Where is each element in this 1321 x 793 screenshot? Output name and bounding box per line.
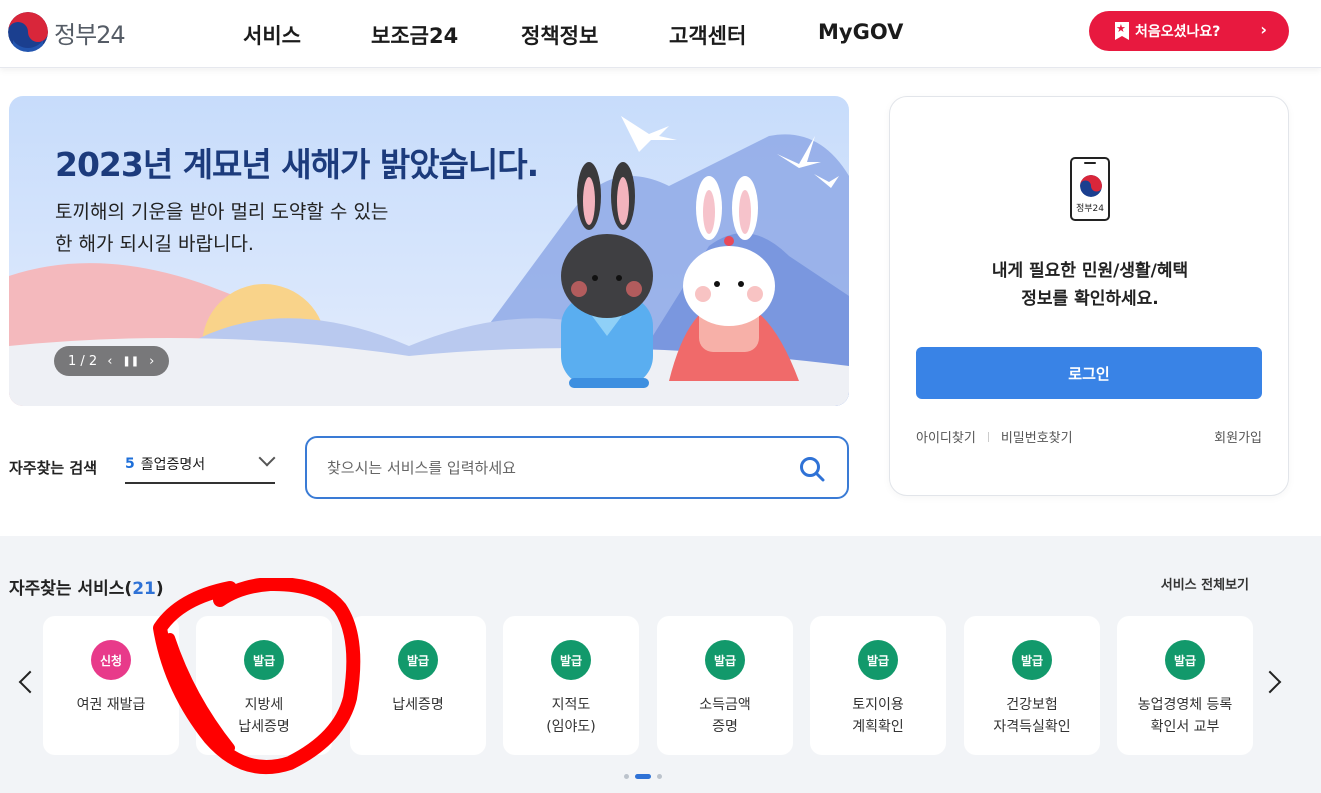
service-label-line2: (임야도) xyxy=(546,719,596,735)
service-label: 소득금액 증명 xyxy=(657,694,793,738)
service-card-tax-payment-certificate[interactable]: 발급 납세증명 xyxy=(350,616,486,755)
logo-text: 정부24 xyxy=(54,20,126,49)
issue-badge: 발급 xyxy=(551,640,591,680)
service-card-passport-reissue[interactable]: 신청 여권 재발급 xyxy=(43,616,179,755)
service-label-line1: 토지이용 xyxy=(852,697,904,713)
login-button[interactable]: 로그인 xyxy=(916,347,1262,399)
service-label: 토지이용 계획확인 xyxy=(810,694,946,738)
taegeuk-logo-icon xyxy=(8,12,48,52)
login-message: 내게 필요한 민원/생활/혜택 정보를 확인하세요. xyxy=(890,257,1290,313)
view-all-services-link[interactable]: 서비스 전체보기 xyxy=(1161,574,1249,593)
account-links: 아이디찾기 비밀번호찾기 xyxy=(916,427,1073,446)
banner-controls: 1 / 2 ‹ ❚❚ › xyxy=(54,346,169,376)
search-box xyxy=(305,436,849,499)
service-label-line1: 지적도 xyxy=(551,697,591,713)
issue-badge: 발급 xyxy=(244,640,284,680)
banner-title: 2023년 계묘년 새해가 밝았습니다. xyxy=(55,145,539,184)
first-visit-button[interactable]: 처음오셨나요? › xyxy=(1089,11,1289,51)
service-card-land-use-plan[interactable]: 발급 토지이용 계획확인 xyxy=(810,616,946,755)
frequent-search-term: 졸업증명서 xyxy=(140,457,206,473)
site-logo[interactable]: 정부24 xyxy=(8,12,126,52)
service-label-line1: 납세증명 xyxy=(392,697,444,713)
chevron-down-icon xyxy=(258,449,276,467)
issue-badge: 발급 xyxy=(705,640,745,680)
service-label: 여권 재발급 xyxy=(43,694,179,716)
nav-services[interactable]: 서비스 xyxy=(243,20,301,50)
link-divider xyxy=(987,431,989,442)
login-message-line2: 정보를 확인하세요. xyxy=(1021,289,1159,309)
search-icon[interactable] xyxy=(799,456,825,482)
service-card-income-certificate[interactable]: 발급 소득금액 증명 xyxy=(657,616,793,755)
frequent-search-label: 자주찾는 검색 xyxy=(9,459,98,477)
banner-pager: 1 / 2 xyxy=(68,353,98,369)
apply-badge: 신청 xyxy=(91,640,131,680)
frequent-search-rank: 5 xyxy=(125,456,135,472)
login-message-line1: 내게 필요한 민원/생활/혜택 xyxy=(991,261,1189,281)
pagination-dot-active[interactable] xyxy=(635,774,651,779)
service-label-line2: 계획확인 xyxy=(852,719,904,735)
prev-slide-icon[interactable]: ‹ xyxy=(107,354,112,369)
service-label-line2: 확인서 교부 xyxy=(1150,719,1220,735)
pagination-dot[interactable] xyxy=(624,774,629,779)
next-slide-icon[interactable]: › xyxy=(149,354,154,369)
service-card-local-tax-certificate[interactable]: 발급 지방세 납세증명 xyxy=(196,616,332,755)
taegeuk-mini-icon xyxy=(1080,175,1102,197)
frequent-search-dropdown[interactable]: 5 졸업증명서 xyxy=(125,446,276,484)
search-input[interactable] xyxy=(327,454,787,482)
service-label: 농업경영체 등록 확인서 교부 xyxy=(1117,694,1253,738)
service-label: 지방세 납세증명 xyxy=(196,694,332,738)
service-label-line2: 자격득실확인 xyxy=(993,719,1071,735)
services-count: 21 xyxy=(132,579,156,599)
bookmark-star-icon xyxy=(1115,22,1129,40)
site-header: 정부24 서비스 보조금24 정책정보 고객센터 MyGOV 처음오셨나요? › xyxy=(0,0,1321,68)
service-label-line1: 여권 재발급 xyxy=(76,697,146,713)
service-card-farm-registration[interactable]: 발급 농업경영체 등록 확인서 교부 xyxy=(1117,616,1253,755)
banner-subtitle-line1: 토끼해의 기운을 받아 멀리 도약할 수 있는 xyxy=(55,201,389,223)
nav-policy-info[interactable]: 정책정보 xyxy=(521,20,598,50)
service-label: 건강보험 자격득실확인 xyxy=(964,694,1100,738)
chevron-right-icon: › xyxy=(1260,20,1267,39)
carousel-pagination xyxy=(624,774,662,779)
service-label-line2: 납세증명 xyxy=(238,719,290,735)
service-label-line1: 소득금액 xyxy=(699,697,751,713)
phone-logo-text: 정부24 xyxy=(1075,204,1104,214)
services-count-close: ) xyxy=(155,579,164,599)
pause-icon[interactable]: ❚❚ xyxy=(122,356,139,367)
login-card: 정부24 내게 필요한 민원/생활/혜택 정보를 확인하세요. 로그인 아이디찾… xyxy=(889,96,1289,496)
service-card-health-insurance[interactable]: 발급 건강보험 자격득실확인 xyxy=(964,616,1100,755)
issue-badge: 발급 xyxy=(858,640,898,680)
service-label: 지적도 (임야도) xyxy=(503,694,639,738)
issue-badge: 발급 xyxy=(1012,640,1052,680)
nav-mygov[interactable]: MyGOV xyxy=(818,20,903,44)
nav-customer-center[interactable]: 고객센터 xyxy=(669,20,746,50)
nav-subsidy24[interactable]: 보조금24 xyxy=(371,20,458,50)
pagination-dot[interactable] xyxy=(657,774,662,779)
carousel-prev-icon[interactable] xyxy=(18,670,42,694)
services-title: 자주찾는 서비스(21) xyxy=(9,574,164,599)
hero-banner[interactable]: 2023년 계묘년 새해가 밝았습니다. 토끼해의 기운을 받아 멀리 도약할 … xyxy=(9,96,849,406)
carousel-next-icon[interactable] xyxy=(1258,670,1282,694)
service-label-line2: 증명 xyxy=(712,719,738,735)
service-label: 납세증명 xyxy=(350,694,486,716)
issue-badge: 발급 xyxy=(1165,640,1205,680)
issue-badge: 발급 xyxy=(398,640,438,680)
service-label-line1: 지방세 xyxy=(244,697,284,713)
service-label-line1: 농업경영체 등록 xyxy=(1137,697,1233,713)
service-card-cadastral-map[interactable]: 발급 지적도 (임야도) xyxy=(503,616,639,755)
frequent-services-section: 자주찾는 서비스(21) 서비스 전체보기 신청 여권 재발급 발급 지방세 납… xyxy=(0,536,1321,793)
services-title-text: 자주찾는 서비스 xyxy=(9,579,125,599)
find-id-link[interactable]: 아이디찾기 xyxy=(916,427,976,446)
signup-link[interactable]: 회원가입 xyxy=(1214,427,1262,446)
first-visit-label: 처음오셨나요? xyxy=(1135,24,1221,40)
banner-subtitle: 토끼해의 기운을 받아 멀리 도약할 수 있는 한 해가 되시길 바랍니다. xyxy=(55,196,475,260)
service-label-line1: 건강보험 xyxy=(1006,697,1058,713)
mobile-phone-icon: 정부24 xyxy=(1070,157,1110,221)
banner-subtitle-line2: 한 해가 되시길 바랍니다. xyxy=(55,233,254,255)
find-password-link[interactable]: 비밀번호찾기 xyxy=(1001,427,1073,446)
